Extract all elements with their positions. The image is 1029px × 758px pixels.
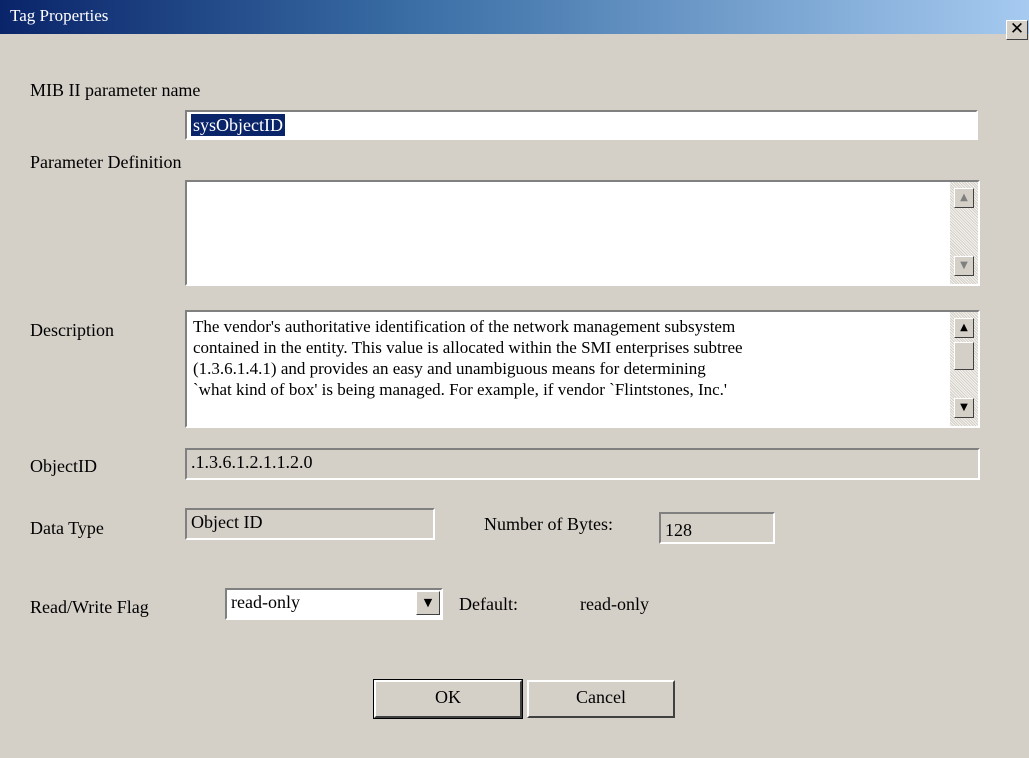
mib-name-value: sysObjectID [191,114,285,136]
description-line: contained in the entity. This value is a… [193,338,743,357]
description-line: `what kind of box' is being managed. For… [193,380,727,399]
description-line: The vendor's authoritative identificatio… [193,317,736,336]
default-value: read-only [580,594,649,614]
param-def-scrollbar[interactable]: ▲ ▼ [950,182,978,284]
datatype-field: Object ID [185,508,435,540]
description-textarea[interactable]: The vendor's authoritative identificatio… [185,310,980,428]
objectid-field: .1.3.6.1.2.1.1.2.0 [185,448,980,480]
scroll-up-arrow-icon[interactable]: ▲ [954,318,974,338]
numbytes-field: 128 [659,512,775,544]
rwflag-select[interactable]: read-only ▼ [225,588,443,620]
numbytes-label: Number of Bytes: [484,514,613,534]
chevron-down-icon[interactable]: ▼ [416,591,440,615]
window-title: Tag Properties [10,6,109,25]
description-label: Description [30,320,114,340]
rwflag-selected: read-only [231,592,300,612]
datatype-value: Object ID [191,512,263,532]
description-line: (1.3.6.1.4.1) and provides an easy and u… [193,359,706,378]
tag-properties-dialog: Tag Properties ✕ MIB II parameter name s… [0,0,1029,758]
objectid-label: ObjectID [30,456,97,476]
ok-button[interactable]: OK [373,679,523,719]
scroll-down-arrow-icon[interactable]: ▼ [954,398,974,418]
title-bar[interactable]: Tag Properties [0,0,1029,34]
numbytes-value: 128 [665,520,692,540]
default-label: Default: [459,594,518,614]
objectid-value: .1.3.6.1.2.1.1.2.0 [191,452,313,472]
scroll-down-arrow-icon[interactable]: ▼ [954,256,974,276]
close-icon[interactable]: ✕ [1006,20,1028,40]
param-def-textarea[interactable]: ▲ ▼ [185,180,980,286]
description-text: The vendor's authoritative identificatio… [193,316,937,400]
param-def-label: Parameter Definition [30,152,182,172]
mib-name-input[interactable]: sysObjectID [185,110,978,140]
datatype-label: Data Type [30,518,104,538]
rwflag-label: Read/Write Flag [30,597,149,617]
scroll-thumb[interactable] [954,342,974,370]
cancel-button[interactable]: Cancel [527,680,675,718]
scroll-up-arrow-icon[interactable]: ▲ [954,188,974,208]
mib-name-label: MIB II parameter name [30,80,201,100]
description-scrollbar[interactable]: ▲ ▼ [950,312,978,426]
